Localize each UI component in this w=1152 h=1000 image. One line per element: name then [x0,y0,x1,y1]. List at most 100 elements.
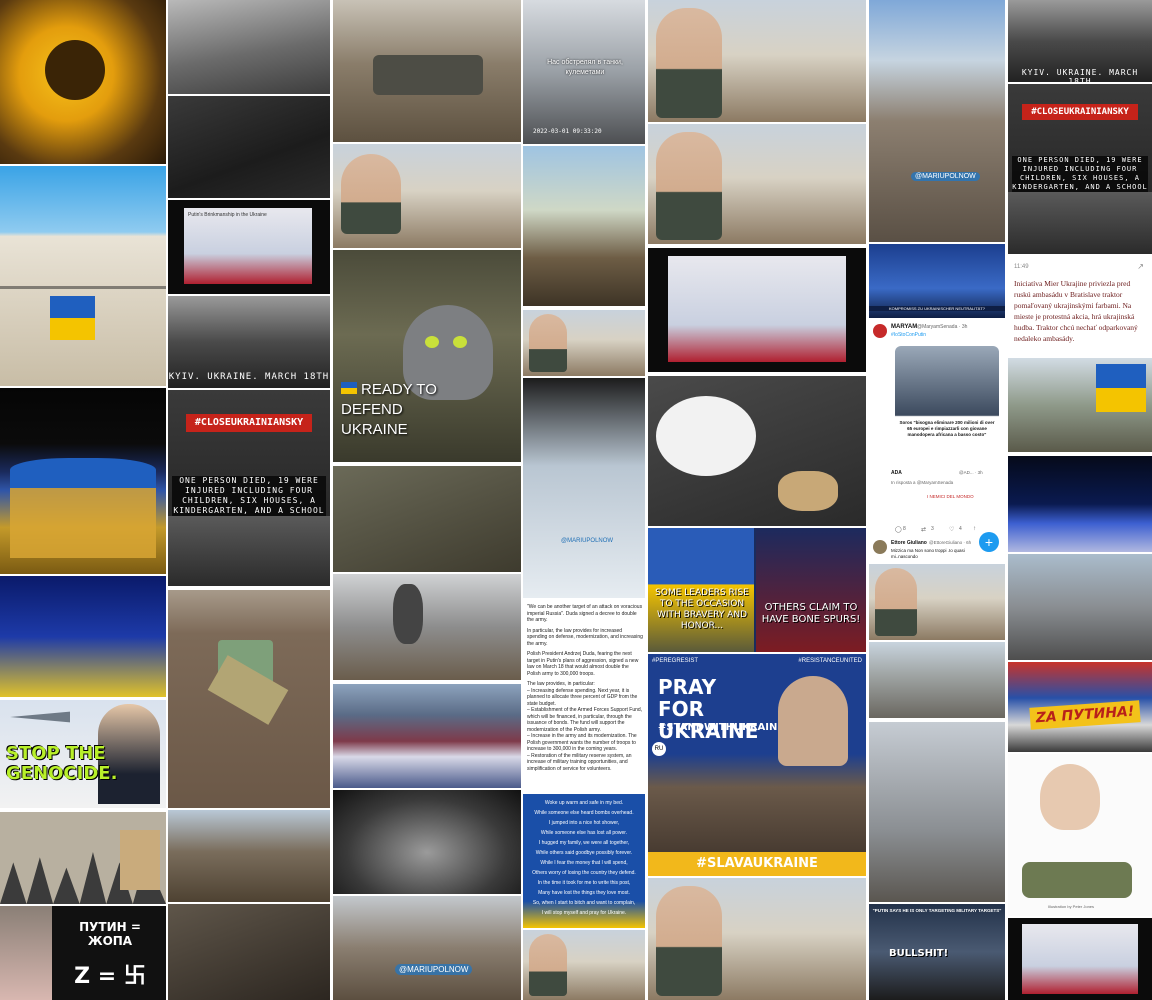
klitschko-selfie-photo-7 [869,564,1005,640]
leaders-right-caption: OTHERS CLAIM TO HAVE BONE SPURS! [761,602,861,625]
tractor-convoy-road-photo [869,642,1005,718]
destroyed-convoy-photo [168,810,330,902]
za-putina-rally-photo: ZA ПУТИНА! [1008,662,1152,752]
destroyed-street-mariupol-photo: @MARIUPOLNOW [333,896,521,1000]
dashcam-timestamp: 2022-03-01 09:33:20 [533,128,602,135]
soldier-on-tank-photo [523,146,645,306]
like-icon[interactable]: ♡ [949,526,954,533]
article-para-5: – Establishment of the Armed Forces Supp… [527,707,643,733]
putin-equals-text: ПУТИН = ЖОПА [79,920,141,948]
post-text: Iniciatíva Mier Ukrajine priviezla pred … [1014,279,1138,343]
dogs-puppy-photo [648,376,866,526]
telegram-tag-1: @MARIUPOLNOW [561,538,614,544]
tv-studio-neutrality-photo: KOMPROMISS ZU UKRAINISCHER NEUTRALITÄT? [869,244,1005,318]
collage-column-2: Putin's Brinkmanship in the Ukraine KYIV… [168,0,330,1000]
tv-news-screenshot: Putin's Brinkmanship in the Ukraine [168,200,330,294]
za-putina-banner: ZA ПУТИНА! [1029,700,1141,730]
snow-video-frame: @MARIUPOLNOW [523,378,645,598]
article-quote: "We can be another target of an attack o… [527,604,643,623]
dashcam-tank-clip: Нас обстрелял в танки, кулеметами 2022-0… [523,0,645,144]
close-sky-banner-2: #CLOSEUKRAINIANSKY [1022,104,1138,120]
kyiv-caption-2: KYIV. UKRAINE. MARCH 18TH [1021,68,1139,82]
poem-line-6: While others said goodbye possibly forev… [535,850,633,856]
poem-line-10: Many have lost the things they love most… [538,890,630,896]
mariupol-road-photo: @MARIUPOLNOW [869,0,1005,242]
share-icon[interactable]: ↗ [1137,262,1144,271]
pray-hashtag: #STANDWITHUKRAINE [658,722,785,733]
cat-ready-to-defend-photo: READY TO DEFEND UKRAINE [333,250,521,462]
poem-line-7: While I fear the money that I will spend… [540,860,628,866]
close-sky-collage-2: #CLOSEUKRAINIANSKY ONE PERSON DIED, 19 W… [1008,84,1152,254]
destroyed-tank-field-photo [333,0,521,142]
leaders-comparison-meme: SOME LEADERS RISE TO THE OCCASION WITH B… [648,528,866,652]
reply-author: ADA [891,470,902,476]
commenter-name: Ettore Giuliano [891,540,927,546]
leaders-left-caption: SOME LEADERS RISE TO THE OCCASION WITH B… [655,588,749,631]
klitschko-selfie-photo-1 [333,144,521,248]
cardboard-box-graphic [120,830,160,890]
reply-count: 8 [903,526,906,532]
stop-genocide-text: STOP THE GENOCIDE. [6,743,118,784]
nuremberg-rally-photo [333,790,521,894]
enemies-caption: I NEMICI DEL MONDO [927,494,974,499]
mariupol-smoke-photo [333,574,521,680]
poem-line-11: So, when I start to bitch and want to co… [532,900,636,906]
tv-ticker-text: KOMPROMISS ZU UKRAINISCHER NEUTRALITÄT? [869,306,1005,311]
fighter-jet-graphic [10,711,70,723]
bare-trees-photo [869,722,1005,902]
collage-column-4: Нас обстрелял в танки, кулеметами 2022-0… [523,0,645,1000]
z-truck-road-photo [1008,554,1152,660]
retweet-count: 3 [931,526,934,532]
poem-line-3: I jumped into a nice hot shower, [548,820,620,826]
article-para-2: Polish President Andrzej Duda, fearing t… [527,651,639,677]
poem-text: Woke up warm and safe in my bed. While s… [527,798,641,918]
tweet-author: MARYAM [891,324,918,330]
pray-for-ukraine-poem: Woke up warm and safe in my bed. While s… [523,794,645,928]
commenter-text: Mizzica ma Non sono troppi .Io quasi mi.… [891,548,965,559]
palace-blue-lights-photo [1008,456,1152,552]
like-count: 4 [959,526,962,532]
praying-hands-graphic [778,676,848,766]
pray-tag-left: #PEREGRESIST [652,658,699,664]
burning-tank-photo [168,0,330,94]
slovak-news-post: 11:49 ↗ Iniciatíva Mier Ukrajine priviez… [1008,256,1152,356]
ukraine-flag [1096,364,1146,388]
tweet-hashtag: #IoStoConPutin [891,332,927,338]
close-sky-banner: #CLOSEUKRAINIANSKY [186,414,312,432]
reply-to-text: In risposta a @MaryamSenada [891,480,954,485]
ru-badge: RU [652,742,666,756]
pray-for-ukraine-poster: #PEREGRESIST #RESISTANCEUNITED PRAY FOR … [648,654,866,876]
bullshit-caption: BULLSHIT! [889,948,949,959]
retweet-icon[interactable]: ⇄ [921,526,926,533]
z-equals-swastika-text: Z = 卐 [74,964,146,989]
article-para-7: – Restoration of the military reserve sy… [527,752,632,772]
close-sky-collage: #CLOSEUKRAINIANSKY ONE PERSON DIED, 19 W… [168,390,330,586]
soldiers-trench-photo [168,904,330,1000]
tweet-image-card [895,346,999,472]
collage-column-5: SOME LEADERS RISE TO THE OCCASION WITH B… [648,0,866,1000]
reply-icon[interactable]: ◯ [895,526,902,533]
compose-fab-button[interactable]: + [979,532,999,552]
kyiv-caption: KYIV. UKRAINE. MARCH 18TH [168,372,330,382]
stop-genocide-meme: STOP THE GENOCIDE. [0,700,166,808]
share-icon[interactable]: ↑ [973,526,976,532]
tv-news-screenshot-3 [1008,918,1152,1000]
military-targets-caption: "PUTIN SAYS HE IS ONLY TARGETING MILITAR… [872,908,1002,913]
dashcam-caption: Нас обстрелял в танки, кулеметами [547,59,623,76]
wrecked-vehicles-photo [168,96,330,198]
klitschko-selfie-photo-2 [523,310,645,376]
cartoon-forest-meme [0,812,166,904]
pray-tag-right: #RESISTANCEUNITED [798,658,862,664]
poem-line-12: I will stop myself and pray for Ukraine. [541,910,627,916]
tractor-ukraine-flag-photo [1008,358,1152,452]
collage-column-7: KYIV. UKRAINE. MARCH 18TH #CLOSEUKRAINIA… [1008,0,1152,1000]
tweet-screenshot: MARYAM @MaryamSenada · 3h #IoStoConPutin… [869,320,1005,562]
telegram-tag-2: @MARIUPOLNOW [911,172,980,181]
tv-news-screenshot-2 [648,248,866,372]
commenter-handle: @EttoreGiuliano · 6h [929,540,972,545]
poem-line-5: I hugged my family, we were all together… [538,840,630,846]
tweet-handle: @MaryamSenada · 3h [917,324,968,330]
collage-column-3: READY TO DEFEND UKRAINE @MARIUPOLNOW [333,0,521,1000]
building-blue-yellow-lights-photo [0,576,166,697]
tweet-card-text: Soros "bisogna eliminare 200 milioni di … [899,420,995,437]
